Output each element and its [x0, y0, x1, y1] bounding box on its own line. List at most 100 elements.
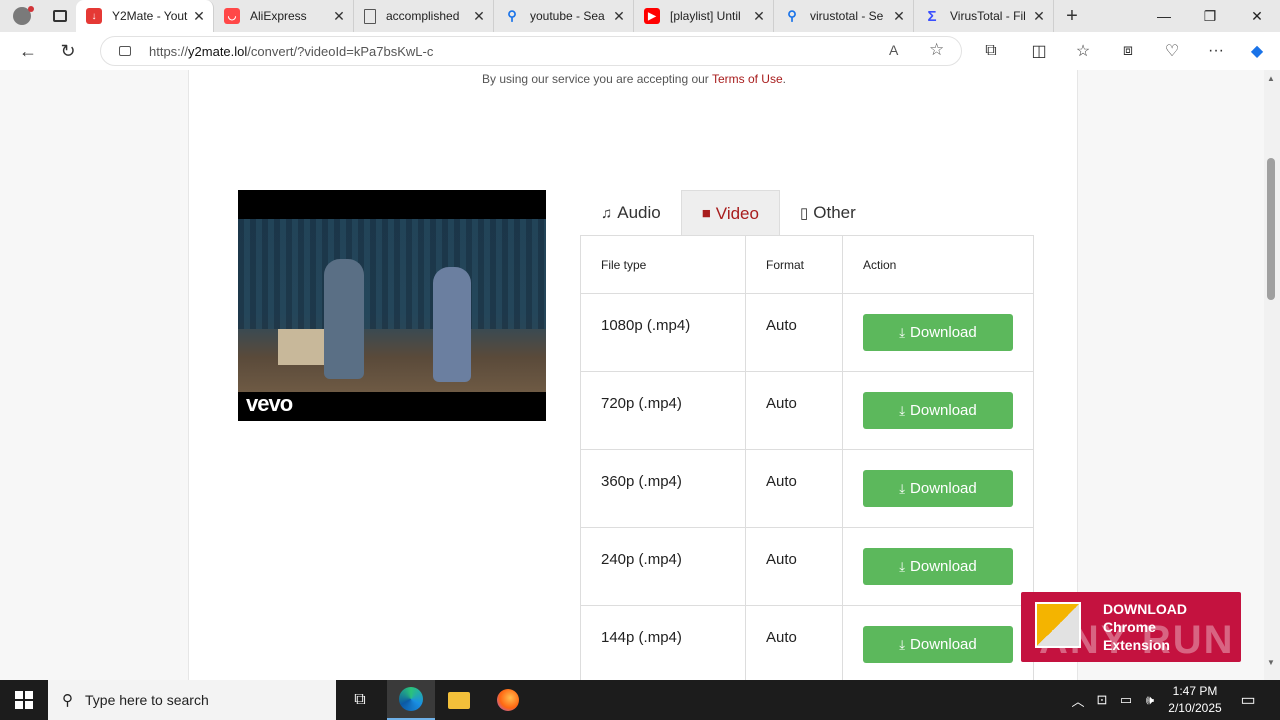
aliexpress-favicon-icon: ◡: [224, 8, 240, 24]
refresh-icon[interactable]: ↻: [48, 32, 88, 70]
web-page: By using our service you are accepting o…: [0, 70, 1264, 680]
download-icon: ⤓: [899, 324, 906, 340]
close-tab-icon[interactable]: ✕: [891, 8, 907, 25]
tab-title: youtube - Sea: [530, 9, 605, 23]
table-row: 240p (.mp4) Auto ⤓ Download: [580, 527, 1034, 606]
vevo-logo: vevo: [246, 391, 293, 416]
virustotal-favicon-icon: Σ: [927, 7, 937, 25]
file-type-cell: 360p (.mp4): [580, 449, 746, 528]
file-icon: ▯: [799, 205, 809, 222]
download-button[interactable]: ⤓ Download: [863, 548, 1013, 585]
scrollbar-thumb[interactable]: [1267, 158, 1275, 300]
video-thumbnail[interactable]: vevo: [238, 190, 546, 421]
vertical-scrollbar[interactable]: ▲ ▼: [1264, 70, 1280, 680]
download-button[interactable]: ⤓ Download: [863, 470, 1013, 507]
download-icon: ⤓: [899, 558, 906, 574]
table-row: 144p (.mp4) Auto ⤓ Download: [580, 605, 1034, 680]
file-explorer-icon[interactable]: [435, 680, 483, 720]
format-cell: Auto: [745, 293, 843, 372]
notifications-icon[interactable]: ▭: [1234, 680, 1262, 720]
settings-more-icon[interactable]: ···: [1196, 32, 1236, 70]
close-tab-icon[interactable]: ✕: [611, 8, 627, 25]
download-button[interactable]: ⤓ Download: [863, 392, 1013, 429]
browser-tab-y2mate[interactable]: ↓ Y2Mate - Yout ✕: [76, 0, 214, 32]
split-screen-icon[interactable]: ◫: [1019, 32, 1059, 70]
edge-taskbar-icon[interactable]: [387, 680, 435, 720]
header-file-type: File type: [580, 235, 746, 294]
browser-tab-accomplished[interactable]: accomplished ✕: [354, 0, 494, 32]
favorites-icon[interactable]: ☆: [1063, 32, 1103, 70]
table-row: 720p (.mp4) Auto ⤓ Download: [580, 371, 1034, 450]
close-tab-icon[interactable]: ✕: [191, 8, 207, 25]
address-bar[interactable]: https://y2mate.lol/convert/?videoId=kPa7…: [100, 36, 962, 66]
browser-tab-aliexpress[interactable]: ◡ AliExpress ✕: [214, 0, 354, 32]
file-type-cell: 1080p (.mp4): [580, 293, 746, 372]
favorite-star-icon[interactable]: ☆: [929, 40, 944, 60]
header-format: Format: [745, 235, 843, 294]
close-tab-icon[interactable]: ✕: [1031, 8, 1047, 25]
document-favicon-icon: [364, 8, 376, 24]
format-cell: Auto: [745, 527, 843, 606]
browser-tabstrip: ↓ Y2Mate - Yout ✕ ◡ AliExpress ✕ accompl…: [0, 0, 1280, 32]
tab-title: [playlist] Until: [670, 9, 741, 23]
music-icon: ♫: [601, 204, 613, 222]
windows-taskbar: ⚲ Type here to search ⧉ ︿ ⊡ ▭ 🕪 1:47 PM …: [0, 680, 1280, 720]
terms-of-use-link[interactable]: Terms of Use: [712, 72, 783, 86]
show-hidden-icons-icon[interactable]: ︿: [1068, 680, 1088, 720]
tab-title: Y2Mate - Yout: [112, 9, 188, 23]
browser-essentials-icon[interactable]: ♡: [1152, 32, 1192, 70]
chrome-extension-promo[interactable]: ANY RUN DOWNLOAD Chrome Extension: [1021, 592, 1241, 662]
extension-box-icon: [1035, 602, 1081, 648]
copilot-icon[interactable]: ◆: [1237, 32, 1277, 70]
close-tab-icon[interactable]: ✕: [471, 8, 487, 25]
extensions-icon[interactable]: ⧉: [971, 32, 1011, 70]
tab-title: virustotal - Se: [810, 9, 884, 23]
start-button[interactable]: [0, 680, 48, 720]
browser-tab-youtube-search[interactable]: ⚲ youtube - Sea ✕: [494, 0, 634, 32]
browser-tab-playlist[interactable]: ▶ [playlist] Until ✕: [634, 0, 774, 32]
browser-tab-virustotal[interactable]: Σ VirusTotal - Fil ✕: [914, 0, 1054, 32]
volume-icon[interactable]: 🕪: [1140, 680, 1160, 720]
firefox-icon[interactable]: [484, 680, 532, 720]
tab-video[interactable]: ■ Video: [680, 190, 780, 236]
read-aloud-icon[interactable]: A: [889, 42, 898, 58]
scroll-down-icon[interactable]: ▼: [1267, 658, 1275, 667]
scroll-up-icon[interactable]: ▲: [1267, 74, 1275, 83]
y2mate-favicon-icon: ↓: [86, 8, 102, 24]
windows-logo-icon: [15, 691, 33, 709]
tab-actions-icon[interactable]: [44, 0, 76, 32]
format-cell: Auto: [745, 449, 843, 528]
close-tab-icon[interactable]: ✕: [751, 8, 767, 25]
task-view-icon[interactable]: ⧉: [336, 680, 384, 720]
lock-icon[interactable]: [119, 46, 131, 56]
url-text: https://y2mate.lol/convert/?videoId=kPa7…: [149, 43, 434, 59]
browser-tab-virustotal-search[interactable]: ⚲ virustotal - Se ✕: [774, 0, 914, 32]
profile-icon[interactable]: [0, 0, 44, 32]
collections-icon[interactable]: ⧈: [1108, 32, 1148, 70]
back-icon[interactable]: ←: [8, 32, 48, 70]
download-icon: ⤓: [899, 480, 906, 496]
file-type-cell: 720p (.mp4): [580, 371, 746, 450]
search-favicon-icon: ⚲: [787, 8, 797, 23]
download-button[interactable]: ⤓ Download: [863, 626, 1013, 663]
network-status-icon[interactable]: ⊡: [1092, 680, 1112, 720]
taskbar-search[interactable]: ⚲ Type here to search: [48, 680, 336, 720]
format-tabs: ♫ Audio ■ Video ▯ Other: [581, 190, 876, 236]
file-type-cell: 240p (.mp4): [580, 527, 746, 606]
tab-other[interactable]: ▯ Other: [780, 190, 876, 236]
tab-audio[interactable]: ♫ Audio: [581, 190, 681, 236]
minimize-icon[interactable]: —: [1141, 0, 1187, 32]
format-cell: Auto: [745, 605, 843, 680]
video-camera-icon: ■: [701, 205, 711, 222]
main-content: By using our service you are accepting o…: [188, 70, 1078, 680]
system-clock[interactable]: 1:47 PM 2/10/2025: [1162, 683, 1228, 717]
table-row: 360p (.mp4) Auto ⤓ Download: [580, 449, 1034, 528]
new-tab-icon[interactable]: +: [1054, 0, 1090, 32]
table-row: 1080p (.mp4) Auto ⤓ Download: [580, 293, 1034, 372]
download-table: File type Format Action 1080p (.mp4) Aut…: [580, 235, 1034, 680]
restore-icon[interactable]: ❐: [1187, 0, 1233, 32]
network-icon[interactable]: ▭: [1116, 680, 1136, 720]
close-window-icon[interactable]: ✕: [1234, 0, 1280, 32]
close-tab-icon[interactable]: ✕: [331, 8, 347, 25]
download-button[interactable]: ⤓ Download: [863, 314, 1013, 351]
